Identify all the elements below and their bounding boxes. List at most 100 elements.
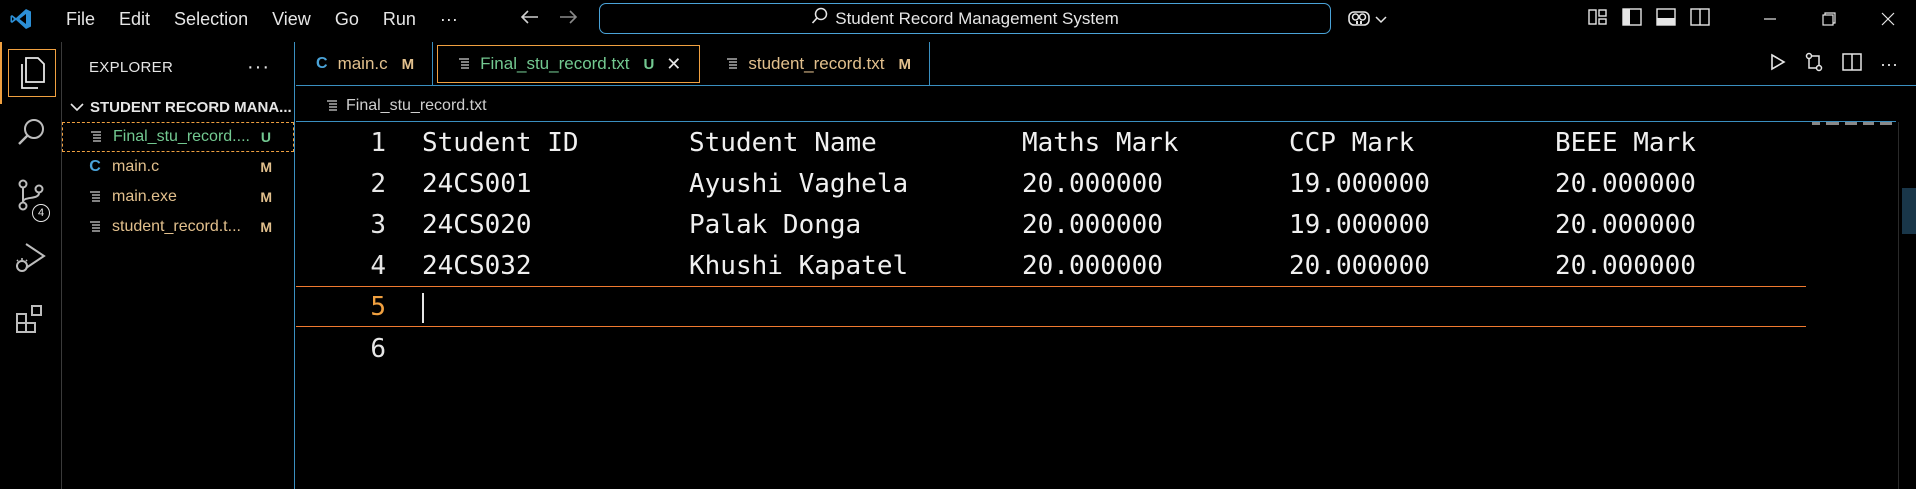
customize-layout-icon[interactable] — [1588, 8, 1608, 31]
tab-main-c[interactable]: C main.c M — [296, 42, 434, 86]
line-number: 1 — [370, 127, 386, 158]
line-number: 2 — [370, 168, 386, 199]
explorer-header: EXPLORER ··· — [62, 42, 294, 92]
file-status-badge: M — [260, 159, 272, 175]
explorer-activity[interactable] — [0, 42, 62, 104]
text-editor[interactable]: 1 Student ID Student Name Maths Mark CCP… — [296, 122, 1896, 489]
minimap-mark — [1812, 122, 1820, 125]
explorer-title: EXPLORER — [89, 58, 174, 76]
more-actions-icon[interactable]: ··· — [1880, 54, 1898, 75]
menu-view[interactable]: View — [260, 0, 323, 38]
cell-student-id: 24CS001 — [422, 168, 532, 199]
text-file-icon — [87, 131, 105, 143]
editor-actions: ··· — [1770, 42, 1898, 86]
close-icon[interactable]: ✕ — [666, 54, 681, 75]
file-item-final-stu-record[interactable]: Final_stu_record.... U — [62, 122, 294, 152]
workspace-folder-title: STUDENT RECORD MANA... — [90, 98, 292, 116]
file-name: student_record.t... — [112, 218, 241, 235]
activity-bar: 4 — [0, 42, 62, 489]
cell-student-id: 24CS020 — [422, 209, 532, 240]
extensions-activity[interactable] — [0, 290, 62, 352]
run-debug-icon — [14, 240, 48, 279]
tab-label: Final_stu_record.txt — [480, 54, 630, 73]
file-name: Final_stu_record.... — [113, 128, 250, 145]
text-file-icon — [86, 221, 104, 233]
menu-edit[interactable]: Edit — [107, 0, 162, 38]
file-item-main-c[interactable]: C main.c M — [62, 152, 294, 182]
copilot-icon — [1347, 7, 1371, 32]
file-item-student-record[interactable]: student_record.t... M — [62, 212, 294, 242]
file-name: main.c — [112, 158, 160, 175]
cell-student-name: Palak Donga — [689, 209, 862, 240]
copilot-menu[interactable] — [1347, 6, 1387, 32]
vertical-scrollbar[interactable] — [1898, 122, 1916, 489]
toggle-panel-icon[interactable] — [1656, 7, 1676, 31]
open-changes-icon[interactable] — [1804, 52, 1824, 77]
file-item-main-exe[interactable]: main.exe M — [62, 182, 294, 212]
back-arrow-icon[interactable] — [520, 8, 540, 31]
layout-controls — [1588, 0, 1710, 38]
toggle-primary-sidebar-icon[interactable] — [1622, 7, 1642, 31]
tab-label: main.c — [337, 54, 388, 73]
source-control-activity[interactable]: 4 — [0, 166, 62, 228]
scrollbar-thumb[interactable] — [1902, 188, 1916, 234]
text-cursor — [422, 293, 424, 323]
text-file-icon — [86, 191, 104, 203]
line-number: 5 — [370, 291, 386, 322]
menu-go[interactable]: Go — [323, 0, 371, 38]
search-activity[interactable] — [0, 104, 62, 166]
workspace-folder-header[interactable]: STUDENT RECORD MANA... — [62, 92, 294, 122]
forward-arrow-icon[interactable] — [558, 8, 578, 31]
restore-icon[interactable] — [1799, 0, 1858, 38]
cell-ccp-mark: 19.000000 — [1289, 209, 1430, 240]
menu-bar: File Edit Selection View Go Run ··· — [54, 0, 470, 38]
c-file-icon: C — [89, 158, 101, 175]
command-center-label: Student Record Management System — [835, 8, 1119, 28]
menu-file[interactable]: File — [54, 0, 107, 38]
cell-student-name: Student Name — [689, 127, 877, 158]
breadcrumb-file: Final_stu_record.txt — [346, 97, 487, 114]
text-file-icon — [458, 58, 470, 70]
editor-line: 3 24CS020 Palak Donga 20.000000 19.00000… — [296, 204, 1806, 245]
c-file-icon: C — [316, 55, 328, 72]
minimap-mark — [1862, 122, 1875, 125]
toggle-secondary-sidebar-icon[interactable] — [1690, 7, 1710, 31]
minimize-icon[interactable] — [1740, 0, 1799, 38]
file-status-badge: U — [260, 129, 271, 145]
cell-maths-mark: 20.000000 — [1022, 168, 1163, 199]
breadcrumb[interactable]: Final_stu_record.txt — [326, 92, 487, 120]
search-icon — [811, 7, 835, 30]
cell-ccp-mark: 19.000000 — [1289, 168, 1430, 199]
explorer-more-icon[interactable]: ··· — [247, 56, 270, 79]
tab-student-record[interactable]: student_record.txt M — [700, 42, 930, 86]
cell-beee-mark: 20.000000 — [1555, 209, 1696, 240]
cell-beee-mark: 20.000000 — [1555, 250, 1696, 281]
menu-selection[interactable]: Selection — [162, 0, 260, 38]
cell-student-name: Khushi Kapatel — [689, 250, 909, 281]
cell-student-id: 24CS032 — [422, 250, 532, 281]
text-file-icon — [326, 100, 346, 112]
tab-label: student_record.txt — [748, 54, 885, 73]
minimap-mark — [1845, 122, 1857, 125]
cell-beee-mark: 20.000000 — [1555, 168, 1696, 199]
line-number: 4 — [370, 250, 386, 281]
menu-more[interactable]: ··· — [428, 0, 470, 38]
editor-line: 6 — [296, 328, 1806, 369]
window-controls — [1740, 0, 1916, 38]
tab-status-badge: U — [643, 55, 655, 73]
search-icon — [15, 117, 47, 154]
tab-final-stu-record[interactable]: Final_stu_record.txt U ✕ — [437, 45, 701, 83]
run-debug-activity[interactable] — [0, 228, 62, 290]
minimap[interactable] — [1812, 122, 1893, 128]
menu-run[interactable]: Run — [371, 0, 428, 38]
split-editor-icon[interactable] — [1842, 52, 1862, 76]
minimap-mark — [1825, 122, 1840, 125]
command-center-search[interactable]: Student Record Management System — [599, 3, 1331, 34]
close-window-icon[interactable] — [1858, 0, 1916, 38]
extensions-icon — [14, 302, 48, 341]
editor-line: 1 Student ID Student Name Maths Mark CCP… — [296, 122, 1806, 163]
cell-student-name: Ayushi Vaghela — [689, 168, 909, 199]
line-number: 3 — [370, 209, 386, 240]
run-file-icon[interactable] — [1770, 53, 1786, 76]
cell-maths-mark: 20.000000 — [1022, 250, 1163, 281]
